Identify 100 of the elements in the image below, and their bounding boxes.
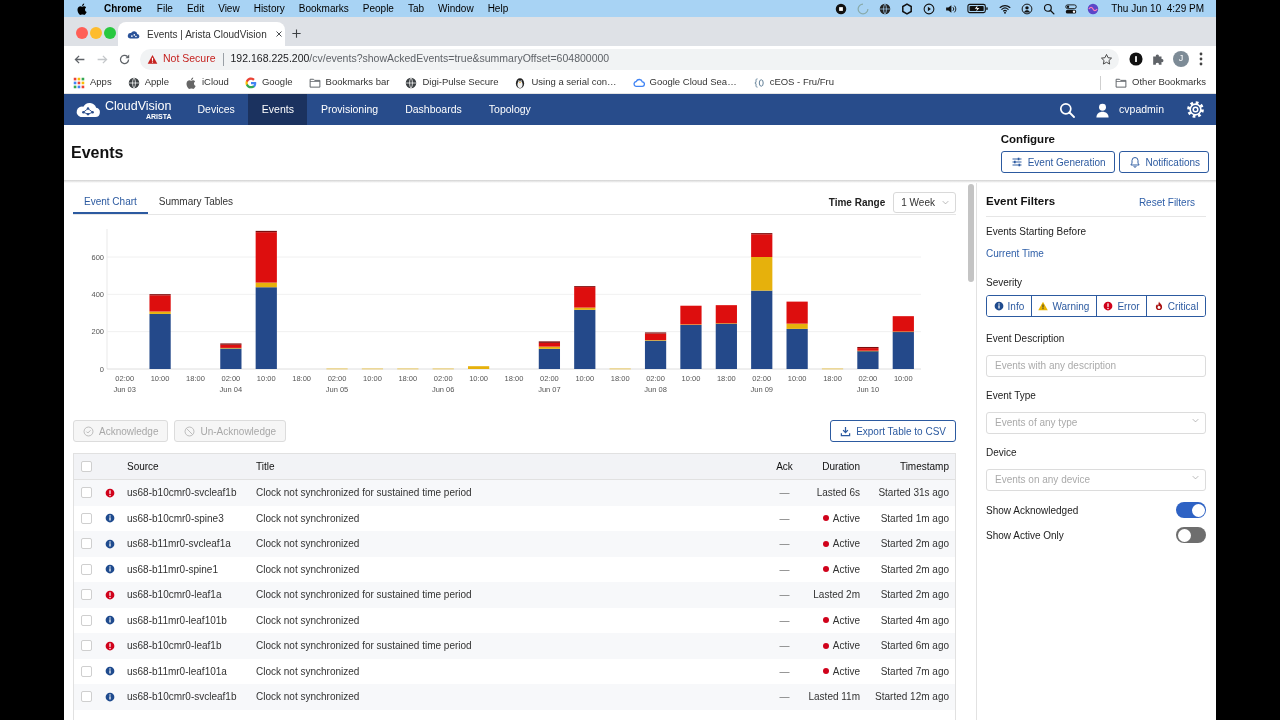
bookmark-link[interactable]: Other Bookmarks [1115,75,1206,90]
source-cell-text: us68-b10cmr0-leaf1b [126,639,223,654]
time-range-dropdown[interactable]: 1 Week [893,191,956,213]
device-select[interactable]: Events on any device [986,468,1206,491]
checkbox[interactable] [81,487,92,499]
hexagon-icon[interactable] [901,2,914,15]
error-icon [105,487,115,498]
user-menu[interactable]: cvpadmin [1095,101,1164,118]
header-button[interactable]: Notifications [1118,151,1209,173]
nav-tab[interactable]: Dashboards [391,94,476,125]
app-menu[interactable]: Chrome [104,1,142,16]
bookmark-link[interactable]: Apps [73,75,112,90]
nav-tab[interactable]: Events [248,94,308,125]
nav-tab[interactable]: Topology [475,94,545,125]
star-icon[interactable] [1100,52,1113,66]
duration-text: Active [832,613,860,628]
timestamp-cell-text: Started 2m ago [879,588,950,603]
description-input[interactable]: Events with any description [986,354,1206,377]
volume-icon[interactable] [945,2,958,15]
event-type-select[interactable]: Events of any type [986,411,1206,434]
puzzle-icon[interactable] [1151,52,1165,66]
menu-item[interactable]: Bookmarks [298,1,349,16]
menu-item[interactable]: Help [487,1,509,16]
export-button[interactable]: Export Table to CSV [830,420,956,442]
column-header[interactable]: Title [248,459,764,474]
info-icon [105,564,115,575]
checkbox[interactable] [81,563,92,575]
bookmark-link[interactable]: Google Cloud Sea… [632,75,737,90]
timestamp-cell-text: Started 7m ago [879,664,950,679]
chevron-down-icon [1191,473,1200,482]
menu-item[interactable]: View [218,1,240,16]
menu-item[interactable]: Tab [407,1,425,16]
reload-icon[interactable] [118,52,131,66]
column-header[interactable]: Ack [764,459,805,474]
column-header[interactable]: Duration [805,459,868,474]
user-circle-icon[interactable] [1021,2,1034,15]
profile-avatar[interactable]: J [1173,51,1189,67]
reset-filters-link[interactable]: Reset Filters [1138,194,1195,210]
bookmark-link[interactable]: Apple [127,75,169,90]
menu-item[interactable]: Edit [186,1,205,16]
menu-item[interactable]: History [253,1,285,16]
menu-clock[interactable]: Thu Jun 10 4:29 PM [1111,1,1204,16]
address-bar[interactable]: Not Secure 192.168.225.200/cv/events?showAckedEvents=true&summaryOffset=604800000 [140,48,1119,70]
menu-item[interactable]: People [362,1,394,16]
timestamp-cell-text: Started 12m ago [874,690,950,705]
nav-tab[interactable]: Devices [184,94,249,125]
more-vertical-icon[interactable] [1199,52,1203,66]
ack-cell-text: — [778,537,791,552]
ack-cell-text: — [778,486,791,501]
bookmark-link[interactable]: cEOS - Fru/Fru [752,75,835,90]
checkbox[interactable] [81,512,92,524]
apple-logo-icon[interactable] [77,2,87,15]
plus-icon[interactable] [291,27,302,39]
header-button[interactable]: Event Generation [1000,151,1115,173]
circle-extension-icon[interactable] [1129,52,1143,66]
bookmark-link[interactable]: Bookmarks bar [308,75,390,90]
download-icon [840,425,852,437]
wifi-icon[interactable] [999,2,1012,15]
view-tab[interactable]: Summary Tables [147,190,245,214]
title-cell-text: Clock not synchronized [255,690,361,705]
bookmark-link[interactable]: Google [244,75,293,90]
column-header[interactable]: Source [119,459,248,474]
cloud-icon [127,28,140,40]
control-center-icon[interactable] [1065,2,1078,15]
battery-icon[interactable] [967,3,990,14]
bookmark-link[interactable]: Digi-Pulse Secure [405,75,499,90]
close-icon[interactable] [273,29,284,39]
checkbox[interactable] [81,691,92,703]
nav-tab[interactable]: Provisioning [307,94,392,125]
menu-item[interactable]: File [156,1,173,16]
title-cell-text: Clock not synchronized for sustained time period [255,639,473,654]
play-circle-icon[interactable] [923,2,936,15]
search-icon[interactable] [1059,101,1076,118]
toggle-switch[interactable] [1176,527,1206,543]
penguin-icon [514,76,527,89]
time-link[interactable]: Current Time [986,248,1044,260]
title-cell-text: Clock not synchronized [255,562,361,577]
toggle-switch[interactable] [1176,502,1206,518]
column-header[interactable]: Timestamp [868,459,955,474]
checkbox[interactable] [81,589,92,601]
prohibited-icon [184,425,196,437]
siri-icon[interactable] [1087,2,1100,15]
stop-circle-icon[interactable] [835,2,848,15]
ack-cell-text: — [778,562,791,577]
checkbox[interactable] [81,614,92,626]
bookmark-link[interactable]: iCloud [184,75,229,90]
security-chip[interactable]: Not Secure [163,51,216,67]
settings-icon[interactable] [1186,100,1205,119]
view-tab[interactable]: Event Chart [73,190,148,214]
checkbox[interactable] [81,538,92,550]
checkbox[interactable] [81,640,92,652]
search-icon[interactable] [1043,2,1056,15]
bookmark-link[interactable]: Using a serial con… [514,75,617,90]
browser-tab[interactable]: Events | Arista CloudVision [118,22,285,46]
checkbox[interactable] [81,461,92,472]
checkbox[interactable] [81,665,92,677]
scrollbar-thumb[interactable] [967,184,974,282]
severity-filter-button[interactable]: Critical [1146,296,1205,316]
globe-icon[interactable] [879,2,892,15]
menu-item[interactable]: Window [438,1,474,16]
